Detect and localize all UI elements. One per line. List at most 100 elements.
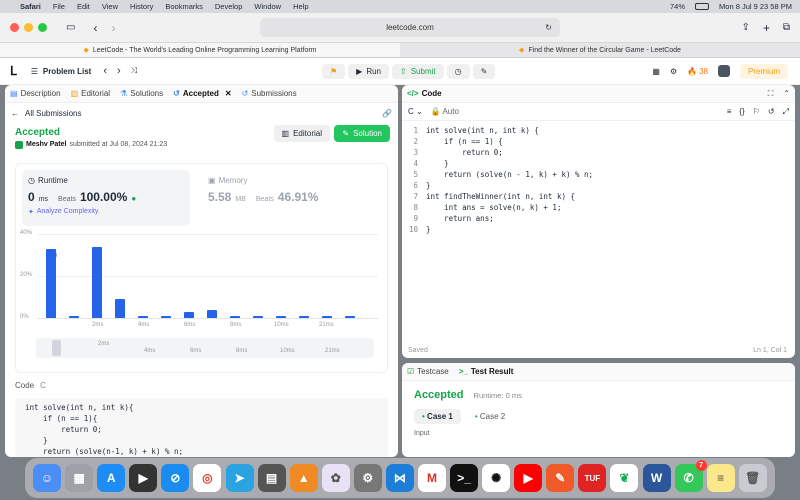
format-icon[interactable]: ≡ xyxy=(727,107,732,116)
runtime-bar[interactable] xyxy=(207,309,217,318)
postman-icon[interactable]: ✎ xyxy=(546,464,575,492)
runtime-bar[interactable] xyxy=(138,315,148,318)
runtime-bar[interactable] xyxy=(184,311,194,318)
close-window-icon[interactable] xyxy=(10,23,19,32)
next-problem-icon[interactable]: › xyxy=(117,65,121,77)
code-editor[interactable]: 1 int solve(int n, int k) {2 if (n == 1) … xyxy=(402,121,795,235)
new-tab-icon[interactable]: + xyxy=(763,21,770,35)
code-line[interactable]: 4 } xyxy=(402,158,795,169)
premium-button[interactable]: Premium xyxy=(739,63,788,79)
finder-icon[interactable]: ☺ xyxy=(33,464,62,492)
system-settings-icon[interactable]: ⚙ xyxy=(353,464,382,492)
collapse-icon[interactable]: ⌃ xyxy=(783,89,790,98)
code-line[interactable]: 7 int findTheWinner(int n, int k) { xyxy=(402,191,795,202)
terminal-icon[interactable]: >_ xyxy=(450,464,479,492)
runtime-bar[interactable] xyxy=(230,315,240,318)
minimize-window-icon[interactable] xyxy=(24,23,33,32)
slider-handle[interactable] xyxy=(52,340,61,356)
runtime-bar[interactable] xyxy=(299,315,309,318)
menu-edit[interactable]: Edit xyxy=(77,2,90,11)
problem-list-icon[interactable]: ☰ xyxy=(31,67,38,76)
code-line[interactable]: 3 return 0; xyxy=(402,147,795,158)
claquette-icon[interactable]: ▶ xyxy=(129,464,158,492)
menu-bookmarks[interactable]: Bookmarks xyxy=(165,2,203,11)
code-line[interactable]: 9 return ans; xyxy=(402,213,795,224)
notes-button[interactable]: ✎ xyxy=(472,63,496,79)
safari-icon[interactable]: ⊘ xyxy=(161,464,190,492)
tab-description[interactable]: ▤ Description xyxy=(10,89,61,98)
battery-icon[interactable] xyxy=(695,3,710,10)
submit-button[interactable]: ⇧ Submit xyxy=(392,63,444,79)
vlc-icon[interactable]: ▲ xyxy=(289,464,318,492)
expand-icon[interactable]: ⛶ xyxy=(768,89,774,99)
link-icon[interactable]: 🔗 xyxy=(382,109,392,118)
runtime-bar[interactable] xyxy=(69,315,79,318)
app-menu[interactable]: Safari xyxy=(20,2,41,11)
leetcode-logo-icon[interactable]: ᒪ xyxy=(10,64,17,78)
chart-range-slider[interactable]: 2ms 4ms 6ms 8ms 10ms 21ms xyxy=(36,338,374,358)
runtime-box[interactable]: ◷ Runtime 0 ms Beats 100.00% ● ✦ Analyze C… xyxy=(22,170,190,226)
share-icon[interactable]: ⇪ xyxy=(742,22,750,33)
case-1-tab[interactable]: • Case 1 xyxy=(414,409,461,424)
case-2-tab[interactable]: • Case 2 xyxy=(467,409,513,424)
browser-tab-leetcode[interactable]: ◆ LeetCode - The World's Leading Online … xyxy=(0,43,400,57)
auto-mode[interactable]: 🔒 Auto xyxy=(431,107,459,116)
chatgpt-icon[interactable]: ✿ xyxy=(321,464,350,492)
reset-icon[interactable]: ↺ xyxy=(768,107,775,116)
timer-button[interactable]: ◷ xyxy=(446,63,470,79)
code-line[interactable]: 8 int ans = solve(n, k) + 1; xyxy=(402,202,795,213)
menu-file[interactable]: File xyxy=(53,2,65,11)
whatsapp-icon[interactable]: ✆ 7 xyxy=(674,460,707,492)
forward-icon[interactable]: › xyxy=(111,21,115,35)
tab-solutions[interactable]: ⚗ Solutions xyxy=(120,89,163,98)
code-line[interactable]: 1 int solve(int n, int k) { xyxy=(402,125,795,136)
analyze-complexity-link[interactable]: ✦ Analyze Complexity xyxy=(28,208,184,216)
tab-overview-icon[interactable]: ⧉ xyxy=(783,22,790,33)
reload-icon[interactable]: ↻ xyxy=(545,23,552,32)
language-select[interactable]: C ⌄ xyxy=(408,107,423,116)
runtime-bar[interactable] xyxy=(46,248,56,318)
tuf-icon[interactable]: TUF xyxy=(578,464,607,492)
tab-test-result[interactable]: >_ Test Result xyxy=(459,367,514,376)
streak-fire-icon[interactable]: 🔥 xyxy=(687,67,697,76)
address-bar[interactable]: leetcode.com ↻ xyxy=(260,18,560,37)
memory-box[interactable]: ▣ Memory 5.58 MB Beats 46.91% xyxy=(202,170,372,226)
code-line[interactable]: 5 return (solve(n - 1, k) + k) % n; xyxy=(402,169,795,180)
browser-tab-problem[interactable]: ◆ Find the Winner of the Circular Game -… xyxy=(400,43,800,57)
telegram-icon[interactable]: ➤ xyxy=(225,464,254,492)
gmail-icon[interactable]: M xyxy=(417,464,446,492)
tab-testcase[interactable]: ☑ Testcase xyxy=(407,367,449,376)
runtime-bar[interactable] xyxy=(276,315,286,318)
runtime-bar[interactable] xyxy=(345,315,355,318)
bookmark-icon[interactable]: ⚐ xyxy=(753,107,760,116)
braces-icon[interactable]: {} xyxy=(739,107,744,116)
avatar[interactable] xyxy=(717,65,730,77)
run-button[interactable]: ▶ Run xyxy=(348,63,390,79)
runtime-bar[interactable] xyxy=(115,299,125,318)
youtube-icon[interactable]: ▶ xyxy=(514,464,543,492)
sidebar-icon[interactable]: ▭ xyxy=(66,22,75,33)
solution-button[interactable]: ✎ Solution xyxy=(334,125,390,142)
code-line[interactable]: 6} xyxy=(402,180,795,191)
all-submissions-link[interactable]: All Submissions xyxy=(25,109,81,118)
menu-history[interactable]: History xyxy=(130,2,153,11)
trash-icon[interactable]: 🗑 xyxy=(738,464,767,492)
author-name[interactable]: Meshv Patel xyxy=(26,141,66,149)
runtime-bar[interactable] xyxy=(161,315,171,318)
shuffle-icon[interactable]: ⤨ xyxy=(131,66,137,76)
tab-code[interactable]: </> Code xyxy=(407,89,442,98)
menu-view[interactable]: View xyxy=(102,2,118,11)
prev-problem-icon[interactable]: ‹ xyxy=(103,65,107,77)
menu-window[interactable]: Window xyxy=(254,2,281,11)
code-line[interactable]: 2 if (n == 1) { xyxy=(402,136,795,147)
word-icon[interactable]: W xyxy=(642,464,671,492)
runtime-bar[interactable] xyxy=(253,315,263,318)
editorial-button[interactable]: ▥ Editorial xyxy=(273,125,330,142)
debug-button[interactable]: ⚑ xyxy=(322,63,346,79)
back-icon[interactable]: ‹ xyxy=(93,21,97,35)
problem-list-link[interactable]: Problem List xyxy=(43,67,91,76)
notes-icon[interactable]: ≡ xyxy=(706,464,735,492)
clock[interactable]: Mon 8 Jul 9 23 58 PM xyxy=(719,2,792,11)
app-store-icon[interactable]: A xyxy=(97,464,126,492)
tab-accepted[interactable]: ↺ Accepted ✕ xyxy=(173,89,231,98)
